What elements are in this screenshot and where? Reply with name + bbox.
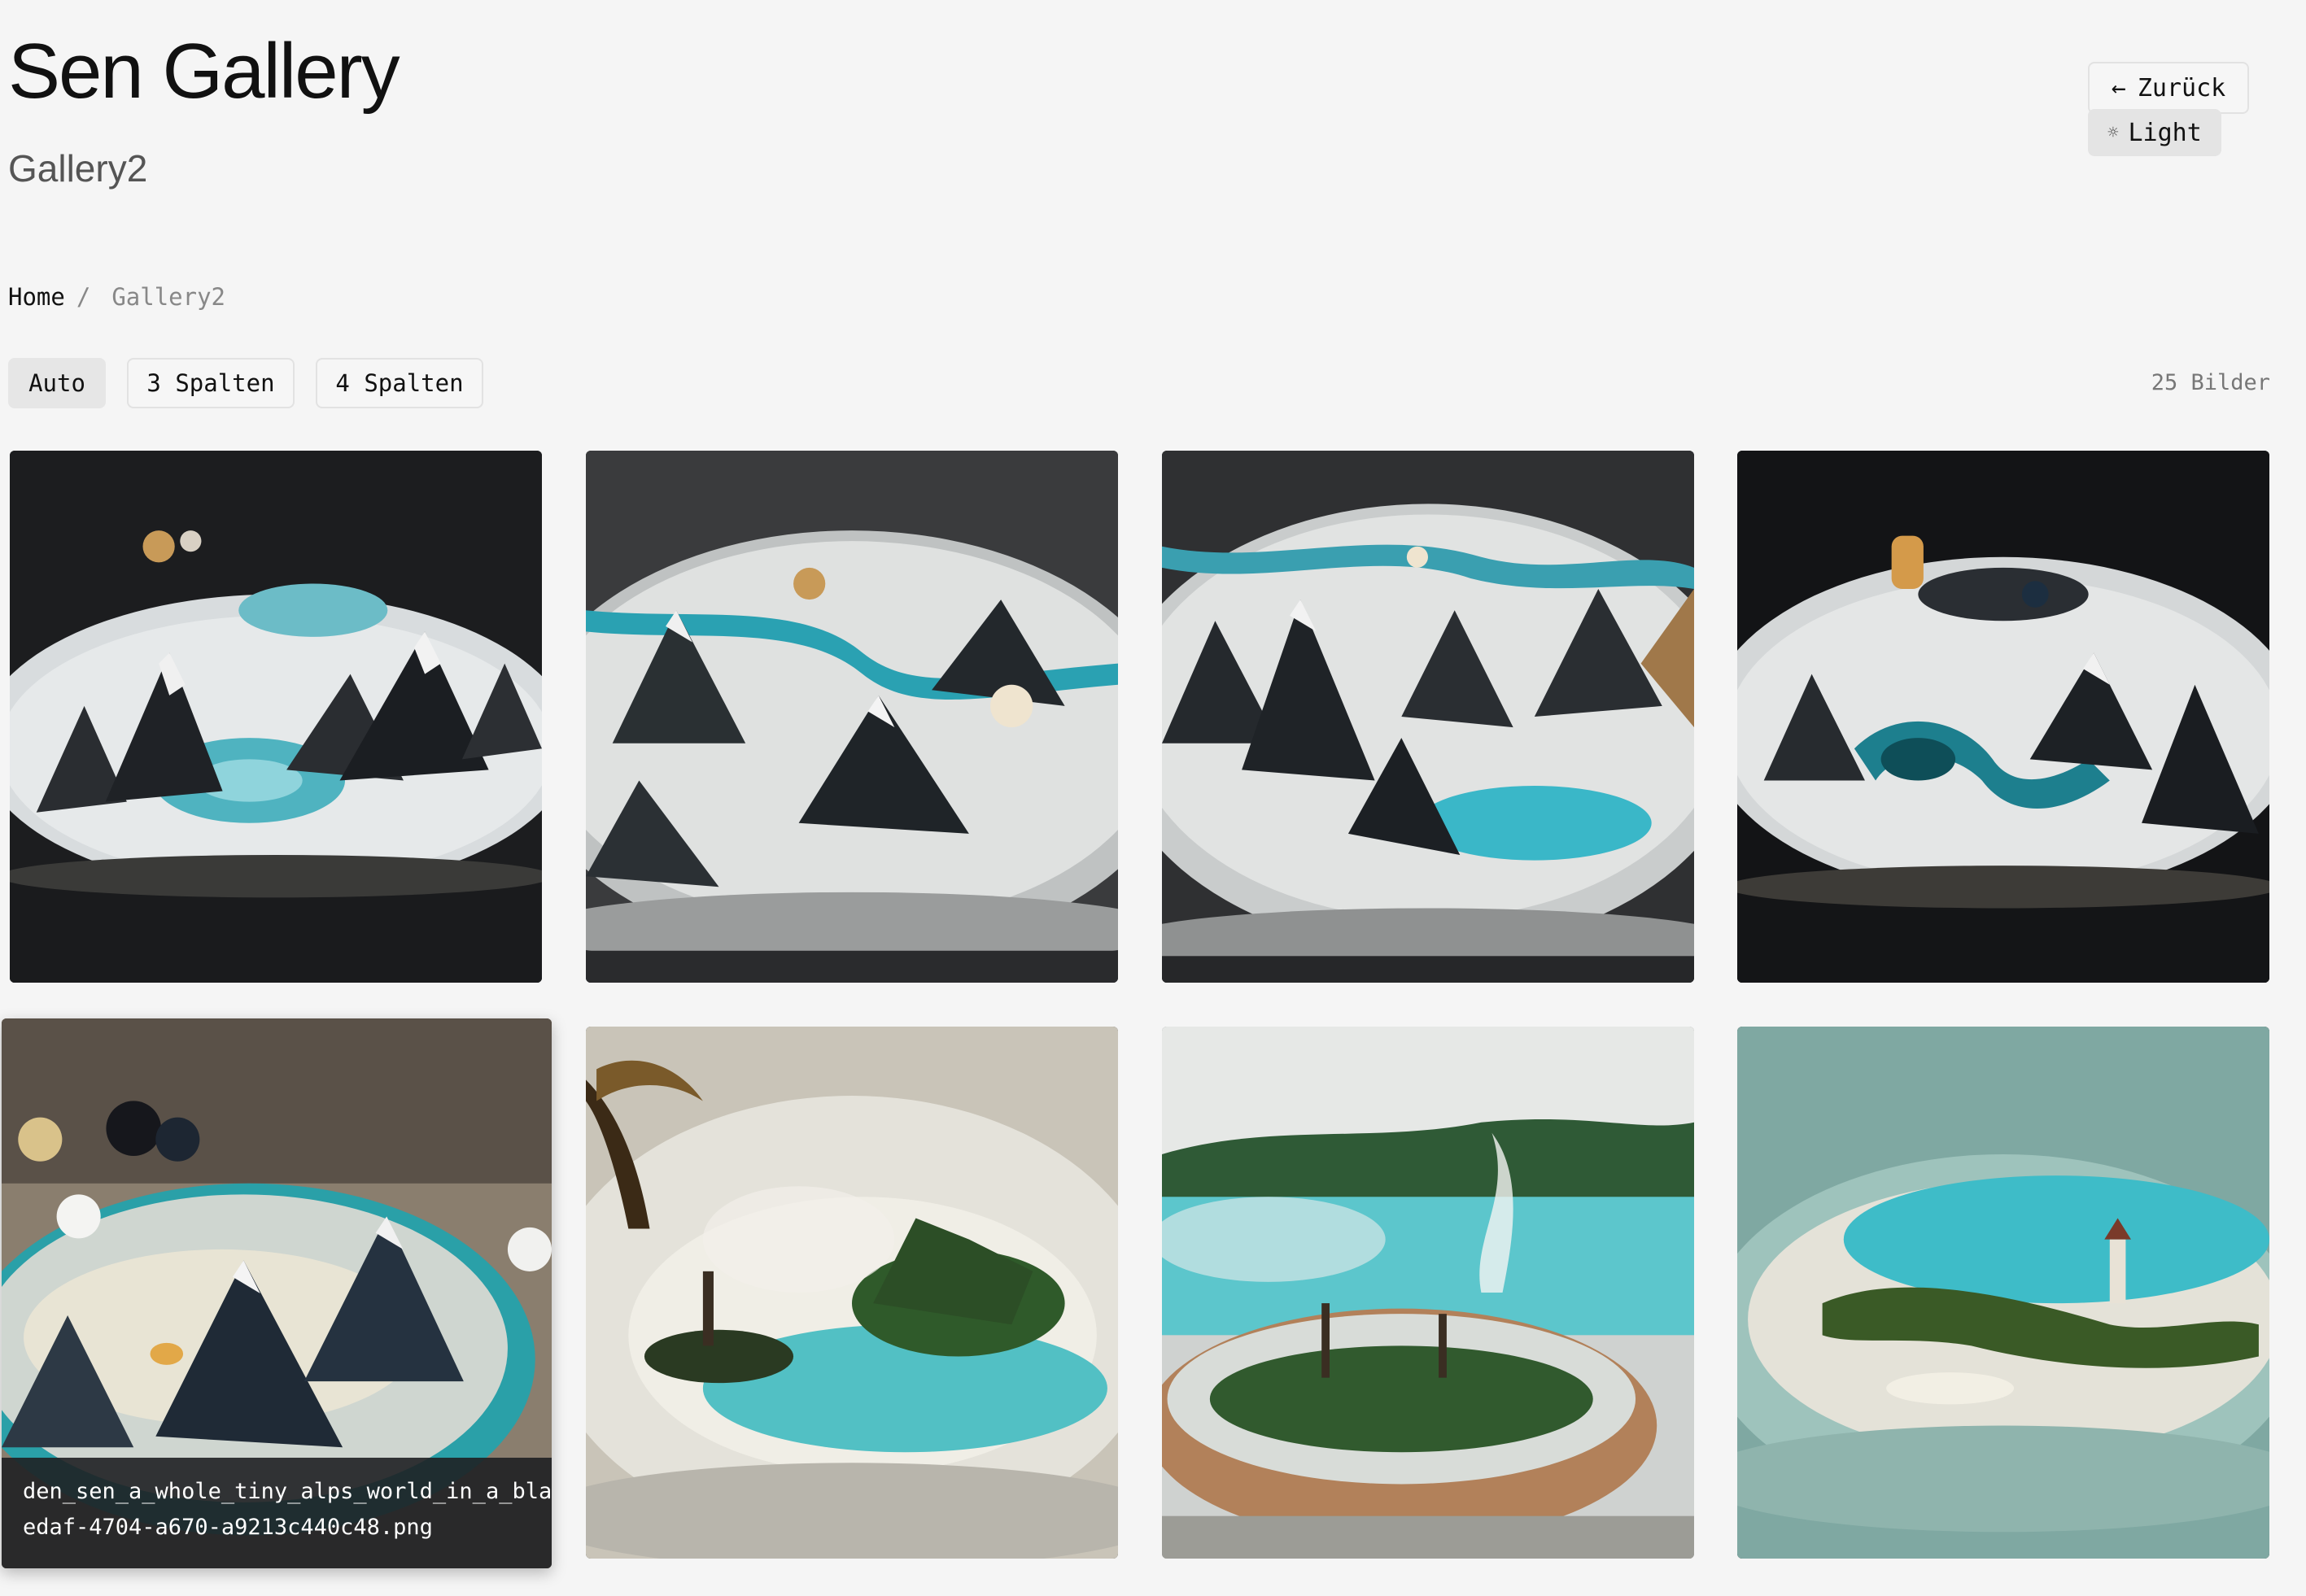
gallery-image[interactable]: [1162, 451, 1694, 983]
image-alps-dark: [10, 451, 542, 983]
back-button-label: Zurück: [2137, 73, 2226, 102]
breadcrumb: Home / Gallery2: [8, 283, 225, 311]
gallery-image-hovered[interactable]: den_sen_a_whole_tiny_alps_world_in_a_bla…: [2, 1018, 552, 1568]
image-caption: den_sen_a_whole_tiny_alps_world_in_a_bla…: [2, 1458, 552, 1568]
gallery-image[interactable]: [10, 451, 542, 983]
caption-line: den_sen_a_whole_tiny_alps_world_in_a_bla: [23, 1479, 552, 1504]
layout-3-columns-button[interactable]: 3 Spalten: [127, 358, 295, 408]
gallery-image[interactable]: [1737, 451, 2269, 983]
gallery-image[interactable]: [1162, 1027, 1694, 1559]
image-island-lighthouse: [1737, 1027, 2269, 1559]
layout-4-columns-button[interactable]: 4 Spalten: [316, 358, 483, 408]
gallery-image[interactable]: [1737, 1027, 2269, 1559]
image-alps-light: [1162, 451, 1694, 983]
page-subtitle: Gallery2: [8, 147, 148, 190]
layout-auto-button[interactable]: Auto: [8, 358, 106, 408]
caption-line: edaf-4704-a670-a9213c440c48.png: [23, 1515, 433, 1540]
image-count: 25 Bilder: [2151, 370, 2270, 395]
sun-icon: ☼: [2107, 122, 2119, 143]
breadcrumb-current: Gallery2: [111, 283, 225, 311]
theme-toggle-button[interactable]: ☼ Light: [2088, 109, 2221, 156]
breadcrumb-separator: /: [76, 283, 91, 311]
theme-toggle-label: Light: [2128, 118, 2202, 147]
layout-toolbar: Auto 3 Spalten 4 Spalten: [8, 358, 483, 408]
image-island-steam: [1162, 1027, 1694, 1559]
gallery-image[interactable]: [586, 1027, 1118, 1559]
back-button[interactable]: ← Zurück: [2088, 62, 2249, 114]
image-alps-dark: [1737, 451, 2269, 983]
page-title: Sen Gallery: [8, 28, 400, 115]
gallery-image[interactable]: [586, 451, 1118, 983]
arrow-left-icon: ←: [2111, 73, 2126, 102]
image-alps-light: [586, 451, 1118, 983]
breadcrumb-home-link[interactable]: Home: [8, 283, 65, 311]
image-island-palm: [586, 1027, 1118, 1559]
